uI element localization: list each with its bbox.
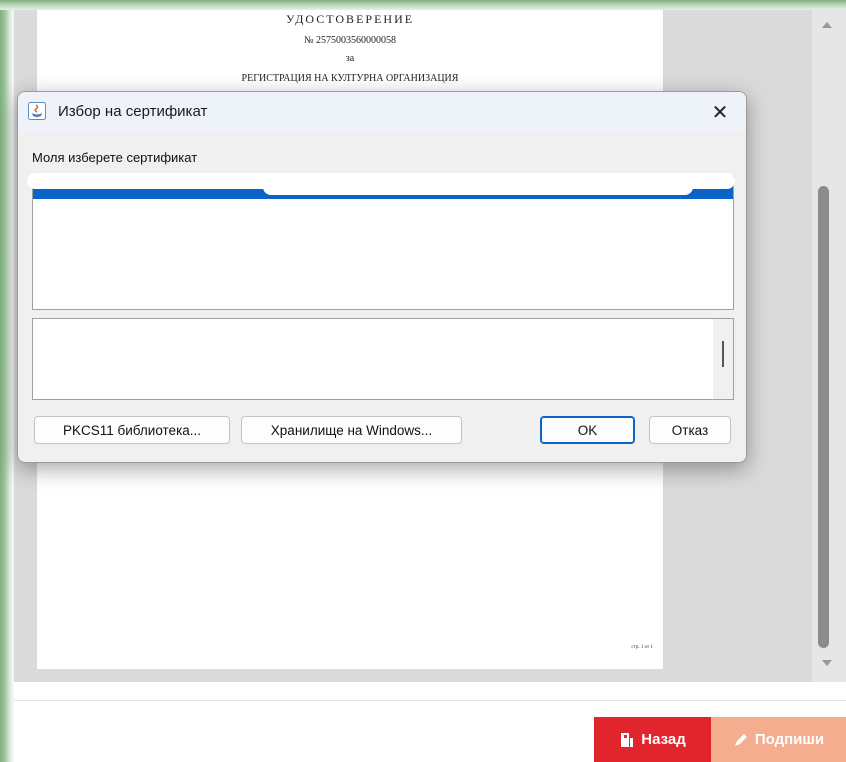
pen-icon xyxy=(734,733,747,746)
doc-heading: УДОСТОВЕРЕНИЕ xyxy=(285,12,415,26)
details-scrollbar[interactable] xyxy=(713,319,733,399)
pkcs11-library-button[interactable]: PKCS11 библиотека... xyxy=(34,416,230,444)
window-frame-top xyxy=(0,0,846,10)
java-cup-icon xyxy=(28,102,46,120)
sign-button-label: Подпиши xyxy=(754,731,825,748)
viewer-scroll-thumb[interactable] xyxy=(818,186,829,648)
back-button[interactable]: Назад xyxy=(594,717,711,762)
ok-button[interactable]: OK xyxy=(540,416,635,444)
close-button[interactable]: ✕ xyxy=(702,96,738,128)
dialog-titlebar[interactable]: Избор на сертификат ✕ xyxy=(18,92,746,132)
window-frame-left xyxy=(0,0,14,762)
scroll-up-arrow-icon[interactable] xyxy=(822,22,832,28)
scroll-down-arrow-icon[interactable] xyxy=(822,660,832,666)
cancel-button[interactable]: Отказ xyxy=(649,416,731,444)
close-icon: ✕ xyxy=(711,100,729,124)
door-exit-icon xyxy=(621,732,634,747)
windows-store-button[interactable]: Хранилище на Windows... xyxy=(241,416,462,444)
dialog-prompt: Моля изберете сертификат xyxy=(32,150,198,165)
doc-subject: РЕГИСТРАЦИЯ НА КУЛТУРНА ОРГАНИЗАЦИЯ xyxy=(241,73,459,84)
redacted-area xyxy=(263,179,693,195)
action-bar-divider xyxy=(14,700,846,701)
certificate-list[interactable] xyxy=(27,173,735,310)
dialog-title: Избор на сертификат xyxy=(58,103,208,120)
details-scroll-thumb[interactable] xyxy=(722,341,724,367)
certificate-dialog: Избор на сертификат ✕ Моля изберете серт… xyxy=(17,91,747,463)
doc-number: № 2575003560000058 xyxy=(303,35,397,46)
action-bar: Назад Подпиши xyxy=(14,682,846,762)
back-button-label: Назад xyxy=(641,731,686,748)
certificate-details[interactable] xyxy=(32,318,734,400)
doc-preposition: за xyxy=(345,53,355,64)
page-counter: стр. 1 от 1 xyxy=(631,645,653,650)
sign-button[interactable]: Подпиши xyxy=(711,717,846,762)
